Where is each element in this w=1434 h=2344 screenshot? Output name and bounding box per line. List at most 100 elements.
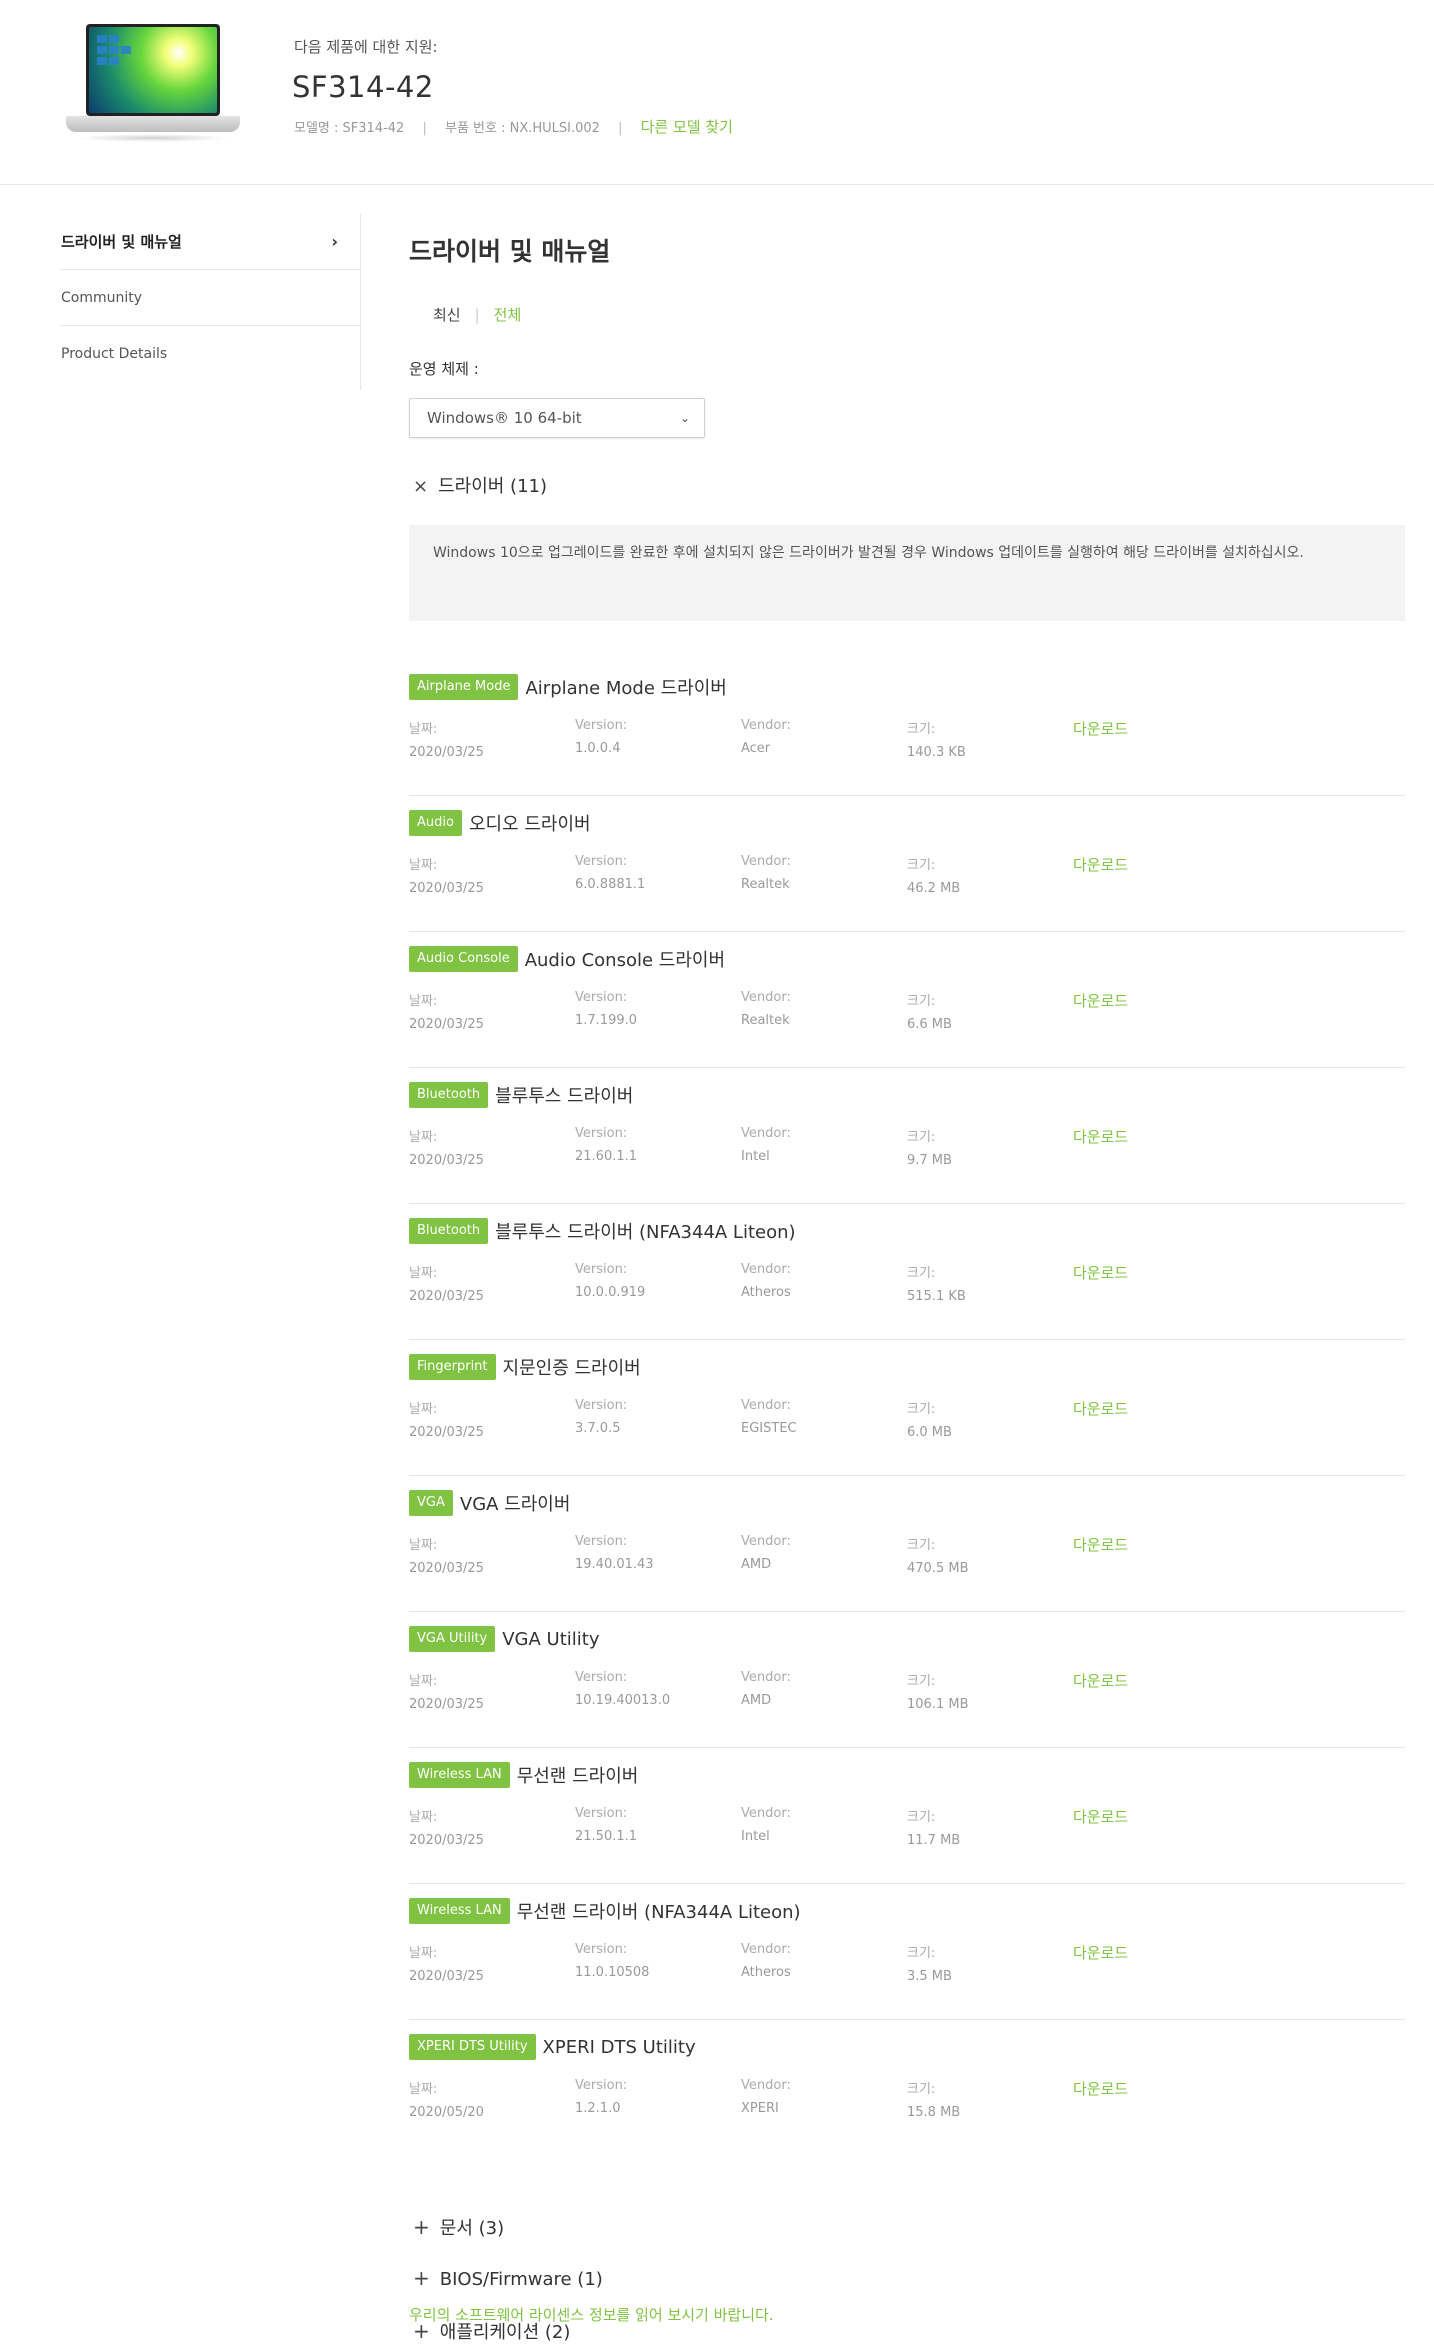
version-label: Version: xyxy=(575,718,628,733)
driver-row: Bluetooth 블루투스 드라이버 (NFA344A Liteon) 날짜: 20… xyxy=(409,1204,1405,1340)
divider: | xyxy=(618,121,623,136)
version-field: Version: 11.0.10508 xyxy=(575,1942,649,1980)
version-label: Version: xyxy=(575,1398,628,1413)
download-link[interactable]: 다운로드 xyxy=(1073,718,1128,739)
size-value: 15.8 MB xyxy=(907,2105,961,2120)
date-value: 2020/03/25 xyxy=(409,1289,484,1304)
version-label: Version: xyxy=(575,1126,628,1141)
download-link[interactable]: 다운로드 xyxy=(1073,1806,1128,1827)
section-bios-firmware[interactable]: + BIOS/Firmware (1) xyxy=(413,2266,603,2290)
tab-latest[interactable]: 최신 xyxy=(433,306,461,324)
os-label: 운영 체제 : xyxy=(409,360,479,378)
version-field: Version: 21.60.1.1 xyxy=(575,1126,637,1164)
category-badge: Audio xyxy=(409,810,462,836)
driver-name: XPERI DTS Utility xyxy=(542,2036,696,2058)
version-value: 11.0.10508 xyxy=(575,1965,650,1980)
download-link[interactable]: 다운로드 xyxy=(1073,1942,1128,1963)
date-label: 날짜: xyxy=(409,1810,438,1825)
version-label: Version: xyxy=(575,1534,628,1549)
vendor-value: Intel xyxy=(741,1149,770,1164)
download-link[interactable]: 다운로드 xyxy=(1073,1534,1128,1555)
date-field: 날짜: 2020/03/25 xyxy=(409,990,484,1032)
driver-row: Bluetooth 블루투스 드라이버 날짜: 2020/03/25 Version: 2… xyxy=(409,1068,1405,1204)
date-label: 날짜: xyxy=(409,1402,438,1417)
os-select[interactable]: Windows® 10 64-bit ⌄ xyxy=(409,398,705,438)
version-field: Version: 19.40.01.43 xyxy=(575,1534,654,1572)
driver-name: 블루투스 드라이버 (NFA344A Liteon) xyxy=(495,1222,796,1243)
vendor-label: Vendor: xyxy=(741,1670,791,1685)
size-label: 크기: xyxy=(907,858,936,873)
driver-title: Fingerprint 지문인증 드라이버 xyxy=(409,1354,641,1380)
date-value: 2020/03/25 xyxy=(409,1017,484,1032)
download-link[interactable]: 다운로드 xyxy=(1073,990,1128,1011)
vendor-field: Vendor: Realtek xyxy=(741,854,791,892)
license-link[interactable]: 우리의 소프트웨어 라이센스 정보를 읽어 보시기 바랍니다. xyxy=(409,2304,774,2325)
date-label: 날짜: xyxy=(409,1538,438,1553)
vendor-field: Vendor: Intel xyxy=(741,1126,791,1164)
drivers-section-toggle[interactable]: × 드라이버 (11) xyxy=(413,472,547,498)
date-value: 2020/03/25 xyxy=(409,1833,484,1848)
driver-title: VGA Utility VGA Utility xyxy=(409,1626,599,1652)
sidebar-item-community[interactable]: Community xyxy=(60,270,360,326)
vendor-value: AMD xyxy=(741,1693,772,1708)
find-other-model-link[interactable]: 다른 모델 찾기 xyxy=(641,118,733,136)
category-badge: XPERI DTS Utility xyxy=(409,2034,536,2060)
sidebar-item-label: 드라이버 및 매뉴얼 xyxy=(61,233,182,251)
driver-name: 무선랜 드라이버 xyxy=(516,1766,639,1787)
size-label: 크기: xyxy=(907,1946,936,1961)
size-field: 크기: 6.0 MB xyxy=(907,1398,952,1440)
date-field: 날짜: 2020/03/25 xyxy=(409,1398,484,1440)
vendor-label: Vendor: xyxy=(741,1126,791,1141)
download-link[interactable]: 다운로드 xyxy=(1073,1670,1128,1691)
vendor-label: Vendor: xyxy=(741,718,791,733)
vendor-value: AMD xyxy=(741,1557,772,1572)
support-for-label: 다음 제품에 대한 지원: xyxy=(294,38,438,56)
date-value: 2020/03/25 xyxy=(409,881,484,896)
vendor-field: Vendor: Atheros xyxy=(741,1942,791,1980)
version-value: 21.50.1.1 xyxy=(575,1829,638,1844)
model-meta: 모델명 : SF314-42 | 부품 번호 : NX.HULSI.002 | … xyxy=(294,116,733,137)
download-link[interactable]: 다운로드 xyxy=(1073,1398,1128,1419)
driver-name: Audio Console 드라이버 xyxy=(524,950,726,971)
plus-icon: + xyxy=(413,2215,430,2239)
version-value: 10.19.40013.0 xyxy=(575,1693,671,1708)
tab-all[interactable]: 전체 xyxy=(494,306,522,324)
size-field: 크기: 46.2 MB xyxy=(907,854,960,896)
version-value: 1.0.0.4 xyxy=(575,741,621,756)
version-label: Version: xyxy=(575,854,628,869)
download-link[interactable]: 다운로드 xyxy=(1073,1126,1128,1147)
date-label: 날짜: xyxy=(409,858,438,873)
driver-row: Fingerprint 지문인증 드라이버날짜: 2020/03/25 Version… xyxy=(409,1340,1405,1476)
vendor-field: Vendor: AMD xyxy=(741,1534,791,1572)
vendor-label: Vendor: xyxy=(741,1806,791,1821)
drivers-heading: 드라이버 (11) xyxy=(438,476,548,497)
version-label: Version: xyxy=(575,1670,628,1685)
vendor-field: Vendor: Realtek xyxy=(741,990,791,1028)
vendor-field: Vendor: Intel xyxy=(741,1806,791,1844)
date-value: 2020/03/25 xyxy=(409,745,484,760)
vendor-field: Vendor: XPERI xyxy=(741,2078,791,2116)
download-link[interactable]: 다운로드 xyxy=(1073,854,1128,875)
section-documents[interactable]: + 문서 (3) xyxy=(413,2214,504,2240)
vendor-value: Realtek xyxy=(741,1013,790,1028)
driver-name: 오디오 드라이버 xyxy=(468,814,591,835)
version-field: Version: 1.7.199.0 xyxy=(575,990,637,1028)
driver-list: Airplane Mode Airplane Mode 드라이버 날짜: 2020/0… xyxy=(409,660,1405,2155)
sidebar-item-label: Community xyxy=(61,290,143,306)
date-label: 날짜: xyxy=(409,2082,438,2097)
download-link[interactable]: 다운로드 xyxy=(1073,2078,1128,2099)
plus-icon: + xyxy=(413,2266,430,2290)
sidebar-item-drivers-manuals[interactable]: 드라이버 및 매뉴얼 › xyxy=(60,214,360,270)
model-title: SF314-42 xyxy=(292,70,434,104)
date-label: 날짜: xyxy=(409,994,438,1009)
driver-name: 지문인증 드라이버 xyxy=(502,1358,641,1379)
driver-title: Audio 오디오 드라이버 xyxy=(409,810,591,836)
driver-name: VGA Utility xyxy=(502,1628,600,1650)
os-select-value: Windows® 10 64-bit xyxy=(427,409,582,427)
filter-tabs: 최신 | 전체 xyxy=(433,304,521,325)
size-label: 크기: xyxy=(907,1538,936,1553)
category-badge: Bluetooth xyxy=(409,1082,489,1108)
sidebar-item-product-details[interactable]: Product Details xyxy=(60,326,360,382)
vendor-label: Vendor: xyxy=(741,854,791,869)
download-link[interactable]: 다운로드 xyxy=(1073,1262,1128,1283)
